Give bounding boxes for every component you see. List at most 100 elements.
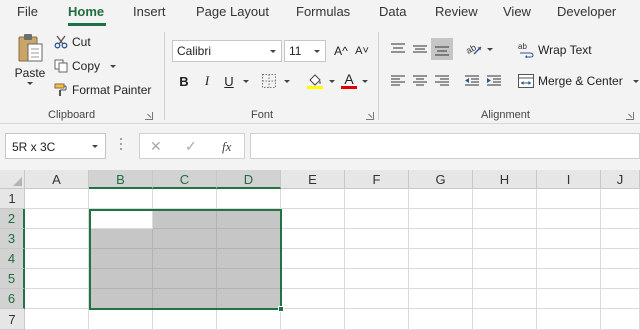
cell-j1[interactable] [601,189,640,209]
orientation-dropdown-caret[interactable] [487,48,493,51]
cell-a4[interactable] [25,249,89,269]
decrease-indent-button[interactable] [461,70,483,92]
borders-button[interactable] [258,70,280,92]
cell-b1[interactable] [89,189,153,209]
cell-d7[interactable] [217,309,281,330]
cell-a5[interactable] [25,269,89,289]
middle-align-button[interactable] [409,38,431,60]
cell-c6[interactable] [153,289,217,309]
column-header-h[interactable]: H [473,170,537,189]
cell-g3[interactable] [409,229,473,249]
cancel-icon[interactable]: ✕ [150,138,162,155]
cell-i7[interactable] [537,309,601,330]
cell-d1[interactable] [217,189,281,209]
column-header-f[interactable]: F [345,170,409,189]
cell-a2[interactable] [25,209,89,229]
cell-j5[interactable] [601,269,640,289]
orientation-button[interactable]: ab [463,38,485,60]
column-header-i[interactable]: I [537,170,601,189]
column-header-c[interactable]: C [153,170,217,189]
cell-h4[interactable] [473,249,537,269]
formula-input[interactable] [250,133,640,159]
align-left-button[interactable] [387,70,409,92]
cell-c2[interactable] [153,209,217,229]
row-header-2[interactable]: 2 [0,209,25,229]
cell-a6[interactable] [25,289,89,309]
tab-review[interactable]: Review [435,4,478,19]
font-color-dropdown-caret[interactable] [362,80,368,83]
cell-g7[interactable] [409,309,473,330]
cell-b2[interactable] [89,209,153,229]
cell-a7[interactable] [25,309,89,330]
underline-button[interactable]: U [218,70,240,92]
cell-j4[interactable] [601,249,640,269]
cell-d4[interactable] [217,249,281,269]
cell-b4[interactable] [89,249,153,269]
underline-dropdown-caret[interactable] [243,80,249,83]
copy-dropdown-caret[interactable] [110,64,117,68]
cell-d6[interactable] [217,289,281,309]
name-box[interactable]: 5R x 3C [5,133,106,159]
cell-e3[interactable] [281,229,345,249]
cell-j2[interactable] [601,209,640,229]
cell-c7[interactable] [153,309,217,330]
cell-f1[interactable] [345,189,409,209]
cell-c3[interactable] [153,229,217,249]
tab-developer[interactable]: Developer [557,4,616,19]
cell-i3[interactable] [537,229,601,249]
paste-dropdown-caret[interactable] [27,82,33,85]
column-header-e[interactable]: E [281,170,345,189]
alignment-dialog-launcher[interactable] [626,112,634,120]
bottom-align-button[interactable] [431,38,453,60]
column-header-b[interactable]: B [89,170,153,189]
cell-f5[interactable] [345,269,409,289]
decrease-font-size-button[interactable]: A˅ [351,40,373,62]
fill-color-dropdown-caret[interactable] [329,80,335,83]
font-size-select[interactable]: 11 [284,40,326,62]
cell-i6[interactable] [537,289,601,309]
tab-formulas[interactable]: Formulas [296,4,350,19]
cell-b6[interactable] [89,289,153,309]
cell-b3[interactable] [89,229,153,249]
cell-f4[interactable] [345,249,409,269]
cell-h3[interactable] [473,229,537,249]
cell-d3[interactable] [217,229,281,249]
top-align-button[interactable] [387,38,409,60]
increase-indent-button[interactable] [483,70,505,92]
cell-f7[interactable] [345,309,409,330]
fill-color-button[interactable] [304,70,326,92]
cell-f3[interactable] [345,229,409,249]
cell-j7[interactable] [601,309,640,330]
wrap-text-button[interactable]: ab Wrap Text [518,42,592,58]
cell-f6[interactable] [345,289,409,309]
row-header-7[interactable]: 7 [0,309,25,330]
cut-button[interactable]: Cut [54,35,91,49]
cell-e1[interactable] [281,189,345,209]
cell-g6[interactable] [409,289,473,309]
cell-i1[interactable] [537,189,601,209]
cell-e2[interactable] [281,209,345,229]
cell-c5[interactable] [153,269,217,289]
tab-file[interactable]: File [17,4,38,19]
font-color-button[interactable]: A [338,70,360,92]
cell-h6[interactable] [473,289,537,309]
row-header-4[interactable]: 4 [0,249,25,269]
formula-bar-grip[interactable] [120,138,123,154]
row-header-5[interactable]: 5 [0,269,25,289]
cell-d2[interactable] [217,209,281,229]
italic-button[interactable]: I [196,70,218,92]
cell-c4[interactable] [153,249,217,269]
select-all-button[interactable] [0,170,25,189]
cell-h7[interactable] [473,309,537,330]
cell-h5[interactable] [473,269,537,289]
copy-button[interactable]: Copy [54,59,117,73]
tab-insert[interactable]: Insert [133,4,166,19]
merge-center-dropdown-caret[interactable] [632,79,639,83]
cell-b7[interactable] [89,309,153,330]
cell-i2[interactable] [537,209,601,229]
clipboard-dialog-launcher[interactable] [145,112,153,120]
tab-view[interactable]: View [503,4,531,19]
tab-data[interactable]: Data [379,4,406,19]
cell-h2[interactable] [473,209,537,229]
paste-button[interactable]: Paste [10,32,50,85]
